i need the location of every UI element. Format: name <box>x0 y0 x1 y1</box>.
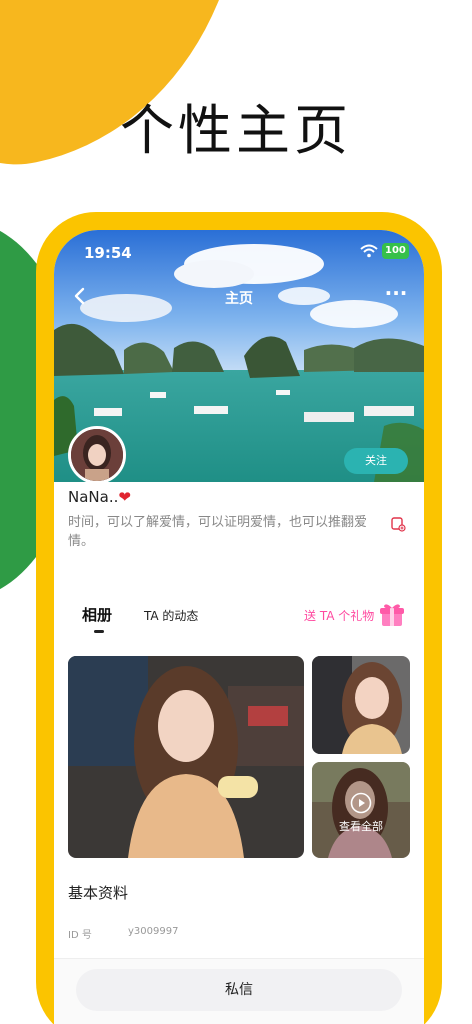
send-gift-link[interactable]: 送 TA 个礼物 <box>304 607 374 624</box>
status-bar: 19:54 100 <box>54 230 424 270</box>
tab-moments[interactable]: TA 的动态 <box>144 607 198 624</box>
album-photo-image <box>68 656 304 858</box>
more-icon[interactable]: ··· <box>384 283 408 308</box>
wifi-icon <box>360 244 378 258</box>
heart-icon: ❤ <box>118 488 131 506</box>
battery-indicator: 100 <box>382 243 409 259</box>
profile-tabs: 相册 TA 的动态 送 TA 个礼物 <box>54 600 424 640</box>
avatar-image <box>71 429 123 481</box>
report-icon[interactable] <box>390 516 406 532</box>
phone-frame: 19:54 100 主页 ··· 关注 NaNa..❤ 时间，可以了解爱情，可以… <box>36 212 442 1024</box>
tab-active-indicator <box>94 630 104 633</box>
id-value: y3009997 <box>128 926 179 937</box>
phone-screen: 19:54 100 主页 ··· 关注 NaNa..❤ 时间，可以了解爱情，可以… <box>54 230 424 1024</box>
gift-box-icon[interactable] <box>378 600 406 628</box>
username-row: NaNa..❤ <box>68 488 131 510</box>
promo-title: 个性主页 <box>120 99 352 162</box>
avatar[interactable] <box>68 426 126 484</box>
album-photo-image <box>312 656 410 754</box>
username: NaNa.. <box>68 488 119 506</box>
view-all-link[interactable]: 查看全部 <box>312 818 410 834</box>
album-photo-side-2[interactable]: 查看全部 <box>312 762 410 858</box>
bottom-action-bar: 私信 <box>54 958 424 1024</box>
basic-info-title: 基本资料 <box>68 884 129 902</box>
page-title: 主页 <box>225 291 253 307</box>
profile-bio: 时间，可以了解爱情，可以证明爱情，也可以推翻爱情。 <box>68 515 368 549</box>
album-photo-side-1[interactable] <box>312 656 410 754</box>
status-time: 19:54 <box>84 244 132 262</box>
album-photo-main[interactable] <box>68 656 304 858</box>
private-message-button[interactable]: 私信 <box>76 969 402 1011</box>
promo-stage: 个性主页 19:54 100 主页 ··· 关注 NaNa..❤ 时间，可以了解… <box>0 0 472 1024</box>
follow-button[interactable]: 关注 <box>344 448 408 474</box>
tab-album[interactable]: 相册 <box>82 604 112 625</box>
id-label: ID 号 <box>68 930 92 941</box>
play-icon[interactable] <box>350 792 372 814</box>
